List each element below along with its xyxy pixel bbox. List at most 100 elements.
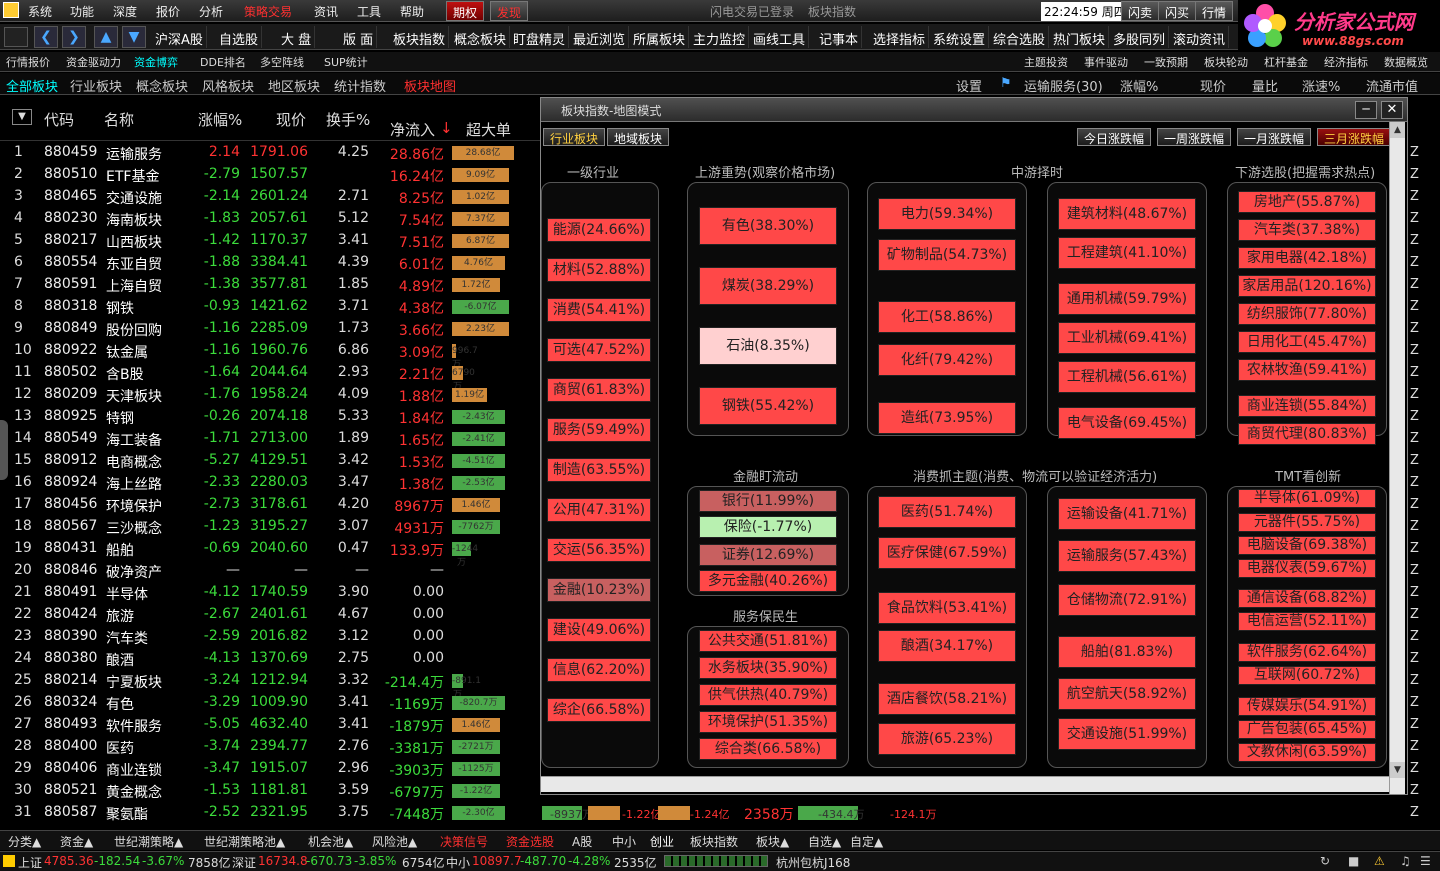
menu-system[interactable]: 系统 bbox=[28, 3, 52, 20]
toolbar-draw-tools[interactable]: 画线工具 bbox=[750, 26, 810, 48]
toolbar-recent[interactable]: 最近浏览 bbox=[570, 26, 630, 48]
menu-function[interactable]: 功能 bbox=[70, 3, 94, 20]
table-row[interactable]: 13 880925 特钢 -0.26 2074.18 5.33 1.84亿 -2.43亿 bbox=[0, 406, 540, 428]
sector-tile[interactable]: 仓储物流(72.91%) bbox=[1058, 584, 1196, 616]
sound-icon[interactable]: ♫ bbox=[1400, 854, 1411, 868]
sector-tile[interactable]: 酿酒(34.17%) bbox=[878, 630, 1016, 662]
tab-quote[interactable]: 行情报价 bbox=[6, 54, 50, 70]
sort-float-cap[interactable]: 流通市值 bbox=[1366, 76, 1418, 95]
sector-tile[interactable]: 供气供热(40.79%) bbox=[699, 684, 837, 706]
sector-tile[interactable]: 材料(52.88%) bbox=[547, 258, 651, 282]
sector-tile[interactable]: 交通设施(51.99%) bbox=[1058, 718, 1196, 750]
sector-tile[interactable]: 电器仪表(59.67%) bbox=[1238, 559, 1376, 578]
toolbar-concept[interactable]: 概念板块 bbox=[451, 26, 511, 48]
menu-tools[interactable]: 工具 bbox=[357, 3, 381, 20]
tab-sector-map[interactable]: 板块地图 bbox=[404, 76, 456, 95]
tab-consensus[interactable]: 一致预期 bbox=[1144, 54, 1188, 70]
menu-icon[interactable]: ☰ bbox=[1420, 854, 1431, 868]
table-row[interactable]: 16 880924 海上丝路 -2.33 2280.03 3.47 1.38亿 -2.53亿 bbox=[0, 472, 540, 494]
tab-bull-bear[interactable]: 多空阵线 bbox=[260, 54, 304, 70]
sector-tile[interactable]: 能源(24.66%) bbox=[547, 218, 651, 242]
menu-news[interactable]: 资讯 bbox=[314, 3, 338, 20]
sector-tile[interactable]: 可选(47.52%) bbox=[547, 338, 651, 362]
bottom-tab[interactable]: 自定▲ bbox=[850, 833, 883, 850]
sector-tile[interactable]: 通用机械(59.79%) bbox=[1058, 283, 1196, 315]
sector-tile[interactable]: 化工(58.86%) bbox=[878, 301, 1016, 333]
toolbar-watch-wizard[interactable]: 盯盘精灵 bbox=[510, 26, 570, 48]
sector-tile[interactable]: 电气设备(69.45%) bbox=[1058, 407, 1196, 439]
toolbar-watchlist[interactable]: 自选股 bbox=[216, 26, 263, 48]
sector-tile[interactable]: 公用(47.31%) bbox=[547, 498, 651, 522]
refresh-icon[interactable]: ↻ bbox=[1320, 854, 1330, 868]
tab-event-drive[interactable]: 事件驱动 bbox=[1084, 54, 1128, 70]
col-change[interactable]: 涨幅% bbox=[198, 109, 242, 130]
scroll-up-icon[interactable]: ▲ bbox=[1390, 122, 1405, 138]
lock-icon[interactable]: ■ bbox=[1348, 854, 1359, 868]
sector-tile[interactable]: 通信设备(68.82%) bbox=[1238, 589, 1376, 608]
toolbar-belong-sector[interactable]: 所属板块 bbox=[630, 26, 690, 48]
sector-tile[interactable]: 商贸代理(80.83%) bbox=[1238, 423, 1376, 445]
tab-sup-stats[interactable]: SUP统计 bbox=[324, 54, 368, 70]
table-row[interactable]: 26 880324 有色 -3.29 1009.90 3.41 -1169万 -820.7万 bbox=[0, 692, 540, 714]
sector-tile[interactable]: 商业连锁(55.84%) bbox=[1238, 395, 1376, 417]
sector-tile[interactable]: 纺织服饰(77.80%) bbox=[1238, 303, 1376, 325]
sector-tile[interactable]: 家用电器(42.18%) bbox=[1238, 247, 1376, 269]
toolbar-main-monitor[interactable]: 主力监控 bbox=[690, 26, 750, 48]
sector-tile[interactable]: 金融(10.23%) bbox=[547, 578, 651, 602]
sector-tile[interactable]: 环境保护(51.35%) bbox=[699, 711, 837, 733]
sector-tile[interactable]: 电力(59.34%) bbox=[878, 198, 1016, 230]
col-code[interactable]: 代码 bbox=[44, 109, 74, 130]
toolbar-stock-screener[interactable]: 综合选股 bbox=[990, 26, 1050, 48]
sector-tile[interactable]: 建筑材料(48.67%) bbox=[1058, 198, 1196, 230]
bottom-tab[interactable]: 板块指数 bbox=[690, 833, 738, 850]
sector-tile[interactable]: 水务板块(35.90%) bbox=[699, 657, 837, 679]
sector-tile[interactable]: 工业机械(69.41%) bbox=[1058, 322, 1196, 354]
sort-volume-ratio[interactable]: 量比 bbox=[1252, 76, 1278, 95]
col-net-inflow[interactable]: 净流入 bbox=[390, 119, 435, 140]
sector-tile[interactable]: 农林牧渔(59.41%) bbox=[1238, 359, 1376, 381]
sector-tile[interactable]: 信息(62.20%) bbox=[547, 658, 651, 682]
bottom-tab[interactable]: 自选▲ bbox=[808, 833, 841, 850]
toolbar-market[interactable]: 大 盘 bbox=[278, 26, 316, 48]
table-row[interactable]: 22 880424 旅游 -2.67 2401.61 4.67 0.00 bbox=[0, 604, 540, 626]
table-row[interactable]: 14 880549 海工装备 -1.71 2713.00 1.89 1.65亿 -2.41亿 bbox=[0, 428, 540, 450]
sector-tile[interactable]: 船舶(81.83%) bbox=[1058, 636, 1196, 668]
tab-all-sectors[interactable]: 全部板块 bbox=[6, 76, 58, 95]
sector-tile[interactable]: 交运(56.35%) bbox=[547, 538, 651, 562]
sector-tile[interactable]: 医疗保健(67.59%) bbox=[878, 537, 1016, 569]
toolbar-multi-stock[interactable]: 多股同列 bbox=[1110, 26, 1170, 48]
bottom-tab[interactable]: 分类▲ bbox=[8, 833, 41, 850]
flash-sell-button[interactable]: 闪卖 bbox=[1121, 1, 1160, 21]
table-row[interactable]: 12 880209 天津板块 -1.76 1958.24 4.09 1.88亿 1.19亿 bbox=[0, 384, 540, 406]
col-price[interactable]: 现价 bbox=[276, 109, 306, 130]
toolbar-settings[interactable]: 系统设置 bbox=[930, 26, 990, 48]
settings-link[interactable]: 设置 bbox=[956, 76, 982, 95]
table-row[interactable]: 3 880465 交通设施 -2.14 2601.24 2.71 8.25亿 1.02亿 bbox=[0, 186, 540, 208]
sector-tile[interactable]: 公共交通(51.81%) bbox=[699, 630, 837, 652]
side-collapse-handle[interactable] bbox=[0, 420, 8, 480]
sector-tile[interactable]: 石油(8.35%) bbox=[699, 327, 837, 365]
sector-tile[interactable]: 旅游(65.23%) bbox=[878, 723, 1016, 755]
bottom-tab[interactable]: 资金选股 bbox=[506, 833, 554, 850]
toolbar-select-indicator[interactable]: 选择指标 bbox=[870, 26, 930, 48]
sort-price[interactable]: 现价 bbox=[1200, 76, 1226, 95]
sector-tile[interactable]: 食品饮料(53.41%) bbox=[878, 592, 1016, 624]
tab-fund-game[interactable]: 资金博弈 bbox=[134, 54, 178, 70]
bottom-tab[interactable]: 创业 bbox=[650, 833, 674, 850]
sector-tile[interactable]: 广告包装(65.45%) bbox=[1238, 720, 1376, 739]
table-row[interactable]: 17 880456 环境保护 -2.73 3178.61 4.20 8967万 1.46亿 bbox=[0, 494, 540, 516]
table-row[interactable]: 8 880318 钢铁 -0.93 1421.62 3.71 4.38亿 -6.07亿 bbox=[0, 296, 540, 318]
sector-tile[interactable]: 综合类(66.58%) bbox=[699, 738, 837, 760]
menu-depth[interactable]: 深度 bbox=[113, 3, 137, 20]
toolbar-hot-sector[interactable]: 热门板块 bbox=[1050, 26, 1110, 48]
sector-tile[interactable]: 多元金融(40.26%) bbox=[699, 570, 837, 592]
sector-tile[interactable]: 建设(49.06%) bbox=[547, 618, 651, 642]
bottom-tab[interactable]: 资金▲ bbox=[60, 833, 93, 850]
sector-tile[interactable]: 煤炭(38.29%) bbox=[699, 267, 837, 305]
back-icon[interactable]: ❮ bbox=[34, 26, 58, 48]
table-row[interactable]: 15 880912 电商概念 -5.27 4129.51 3.42 1.53亿 -4.51亿 bbox=[0, 450, 540, 472]
table-row[interactable]: 28 880400 医药 -3.74 2394.77 2.76 -3381万 -2721万 bbox=[0, 736, 540, 758]
menu-analysis[interactable]: 分析 bbox=[199, 3, 223, 20]
bottom-tab[interactable]: 世纪潮策略池▲ bbox=[204, 833, 285, 850]
sector-tile[interactable]: 工程机械(56.61%) bbox=[1058, 361, 1196, 393]
